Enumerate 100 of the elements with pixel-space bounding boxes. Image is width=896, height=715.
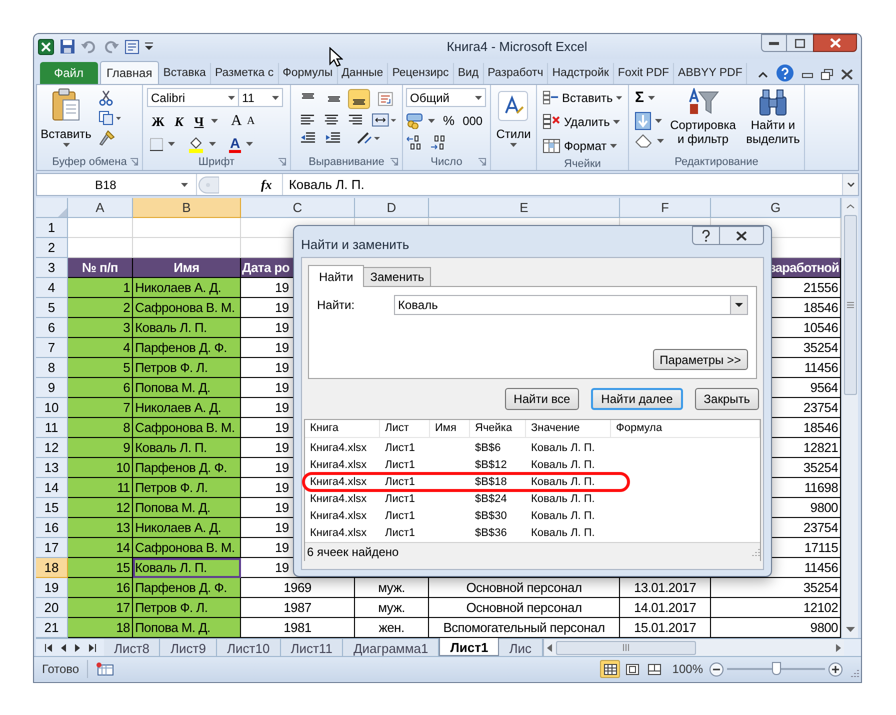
table-cell: Петров Ф. Л. [133, 478, 241, 498]
list-column-header[interactable]: Книга [305, 420, 380, 436]
row-header[interactable]: 2 [36, 238, 68, 258]
name-box[interactable]: B18 [37, 174, 197, 195]
list-column-header[interactable]: Лист [380, 420, 430, 436]
row-header[interactable]: 16 [36, 518, 68, 538]
row-header[interactable]: 19 [36, 578, 68, 598]
autosum-button[interactable]: Σ [635, 88, 664, 108]
paste-button[interactable]: Вставить [41, 88, 91, 154]
font-size-field[interactable]: 11 [239, 88, 283, 107]
sheet-tab[interactable]: Лист10 [216, 639, 281, 656]
dialog-tab[interactable]: Найти [308, 265, 364, 287]
thousands-separator-button[interactable]: 000 [462, 112, 483, 130]
list-cell[interactable]: Лист1 [380, 474, 430, 490]
list-column-header[interactable]: Значение [526, 420, 611, 436]
dialog-tab[interactable]: Заменить [364, 267, 432, 286]
row-header[interactable]: 7 [36, 338, 68, 358]
row-header[interactable]: 6 [36, 318, 68, 338]
options-button[interactable]: Параметры >> [652, 349, 748, 370]
group-label: Буфер обмена [52, 154, 127, 170]
list-cell[interactable]: Лист1 [380, 508, 430, 524]
dialog-button[interactable]: Найти далее [591, 388, 683, 410]
column-header[interactable]: F [620, 198, 711, 218]
row-header[interactable]: 13 [36, 458, 68, 478]
dialog-button[interactable]: Закрыть [694, 388, 759, 410]
row-header[interactable]: 17 [36, 538, 68, 558]
table-cell: Попова М. Д. [133, 498, 241, 518]
table-cell: 7 [68, 398, 133, 418]
row-header[interactable]: 14 [36, 478, 68, 498]
sheet-tab[interactable]: Лист11 [280, 639, 344, 656]
table-cell: 17 [68, 598, 133, 618]
table-cell: Коваль Л. П. [133, 438, 241, 458]
delete-cells-button[interactable]: Удалить [543, 112, 622, 132]
list-column-header[interactable]: Имя [430, 420, 470, 436]
ribbon-tab[interactable]: Главная [100, 61, 160, 84]
file-tab[interactable]: Файл [40, 62, 98, 84]
format-cells-button[interactable]: Формат [543, 136, 622, 156]
table-cell: 4 [68, 338, 133, 358]
row-header[interactable]: 18 [36, 558, 68, 578]
row-header[interactable]: 8 [36, 358, 68, 378]
list-column-header[interactable]: Формула [611, 420, 760, 436]
row-header[interactable]: 1 [36, 218, 68, 238]
list-cell[interactable]: Лист1 [380, 440, 430, 456]
sheet-tab[interactable]: Лис [499, 639, 543, 656]
font-name-field[interactable]: Calibri [147, 88, 239, 107]
list-cell[interactable]: Коваль Л. П. [526, 474, 611, 490]
list-cell[interactable]: $B$6 [470, 440, 526, 456]
table-cell: Николаев А. Д. [133, 278, 241, 298]
row-header[interactable]: 4 [36, 278, 68, 298]
find-select-button[interactable]: Найти и выделить [742, 88, 804, 154]
sheet-tab[interactable]: Лист8 [104, 639, 160, 656]
percent-button[interactable]: % [443, 111, 455, 130]
number-format-field[interactable]: Общий [406, 88, 486, 107]
row-header[interactable]: 20 [36, 598, 68, 618]
column-header[interactable]: E [429, 198, 620, 218]
styles-button[interactable]: Стили [496, 91, 531, 147]
shrink-font-button[interactable]: A [246, 113, 255, 130]
sheet-tab[interactable]: Диаграмма1 [343, 639, 440, 656]
list-cell[interactable]: $B$24 [470, 490, 526, 508]
sheet-tab[interactable]: Лист1 [439, 638, 500, 656]
row-header[interactable]: 5 [36, 298, 68, 318]
insert-function-button[interactable]: fx [261, 174, 272, 194]
list-cell[interactable]: Коваль Л. П. [526, 490, 611, 508]
row-header[interactable]: 9 [36, 378, 68, 398]
grow-font-button[interactable]: A [231, 110, 242, 132]
sort-filter-button[interactable]: Сортировка и фильтр [670, 88, 736, 154]
search-field[interactable]: Коваль [394, 295, 748, 315]
dialog-button[interactable]: Найти все [504, 388, 580, 410]
underline-button[interactable]: Ч [192, 112, 206, 131]
row-header[interactable]: 11 [36, 418, 68, 438]
column-header[interactable]: B [133, 198, 241, 218]
row-header[interactable]: 15 [36, 498, 68, 518]
row-header[interactable]: 12 [36, 438, 68, 458]
column-header[interactable]: A [68, 198, 133, 218]
list-cell[interactable]: Лист1 [380, 490, 430, 508]
list-cell[interactable]: Коваль Л. П. [526, 456, 611, 474]
list-cell[interactable]: Коваль Л. П. [526, 508, 611, 524]
row-header[interactable]: 3 [36, 258, 68, 278]
list-cell[interactable]: $B$18 [470, 474, 526, 490]
font-color-button[interactable]: A [229, 136, 242, 152]
bold-button[interactable]: Ж [150, 112, 166, 131]
list-column-header[interactable]: Ячейка [470, 420, 526, 436]
list-cell[interactable]: $B$12 [470, 456, 526, 474]
row-header[interactable]: 21 [36, 618, 68, 638]
list-cell[interactable]: Лист1 [380, 456, 430, 474]
window-title: Книга4 - Microsoft Excel [446, 38, 588, 56]
list-cell[interactable]: Лист1 [380, 524, 430, 542]
insert-cells-button[interactable]: Вставить [543, 88, 622, 108]
column-header[interactable]: D [355, 198, 429, 218]
zoom-level[interactable]: 100% [672, 660, 703, 678]
list-cell[interactable]: Коваль Л. П. [526, 440, 611, 456]
sheet-tab[interactable]: Лист9 [160, 639, 217, 656]
list-cell[interactable]: $B$36 [470, 524, 526, 542]
column-header[interactable]: C [241, 198, 355, 218]
list-cell[interactable]: Коваль Л. П. [526, 524, 611, 542]
group-label: Редактирование [674, 154, 758, 170]
row-header[interactable]: 10 [36, 398, 68, 418]
list-cell[interactable]: $B$30 [470, 508, 526, 524]
italic-button[interactable]: К [171, 112, 187, 131]
column-header[interactable]: G [711, 198, 841, 218]
